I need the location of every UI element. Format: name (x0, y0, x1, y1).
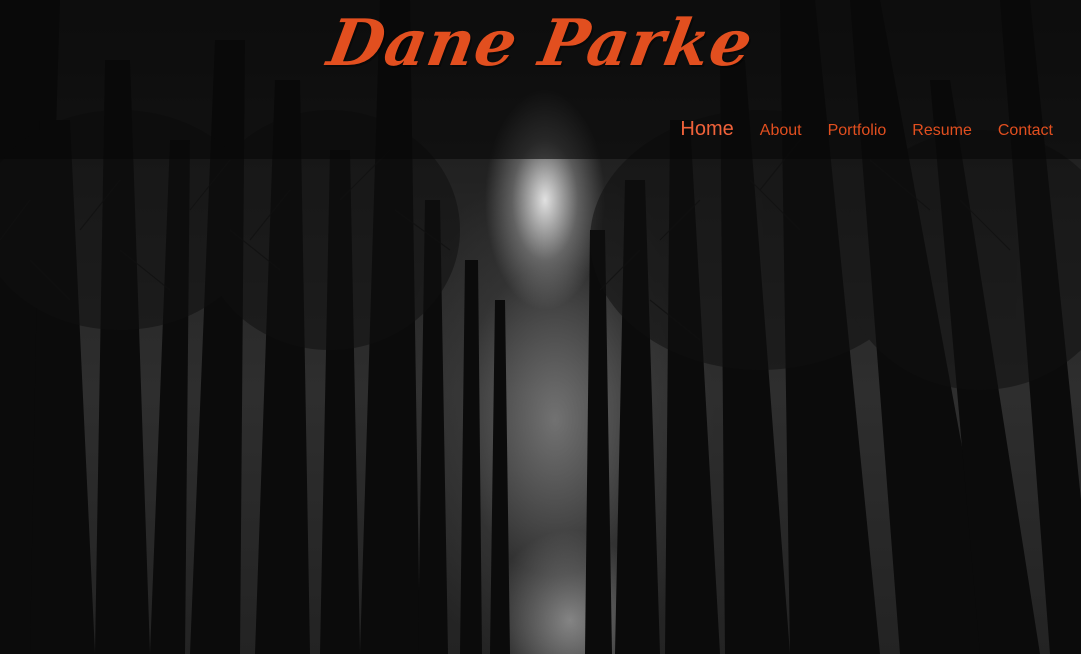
nav-item-contact[interactable]: Contact (998, 122, 1053, 140)
nav-item-portfolio[interactable]: Portfolio (828, 122, 887, 140)
site-header: Dane Parke Home About Portfolio Resume C… (0, 0, 1081, 159)
site-logo[interactable]: Dane Parke (0, 6, 1081, 81)
nav-item-home[interactable]: Home (680, 118, 733, 141)
nav-item-about[interactable]: About (760, 122, 802, 140)
main-navigation: Home About Portfolio Resume Contact (654, 118, 1053, 141)
nav-item-resume[interactable]: Resume (912, 122, 972, 140)
